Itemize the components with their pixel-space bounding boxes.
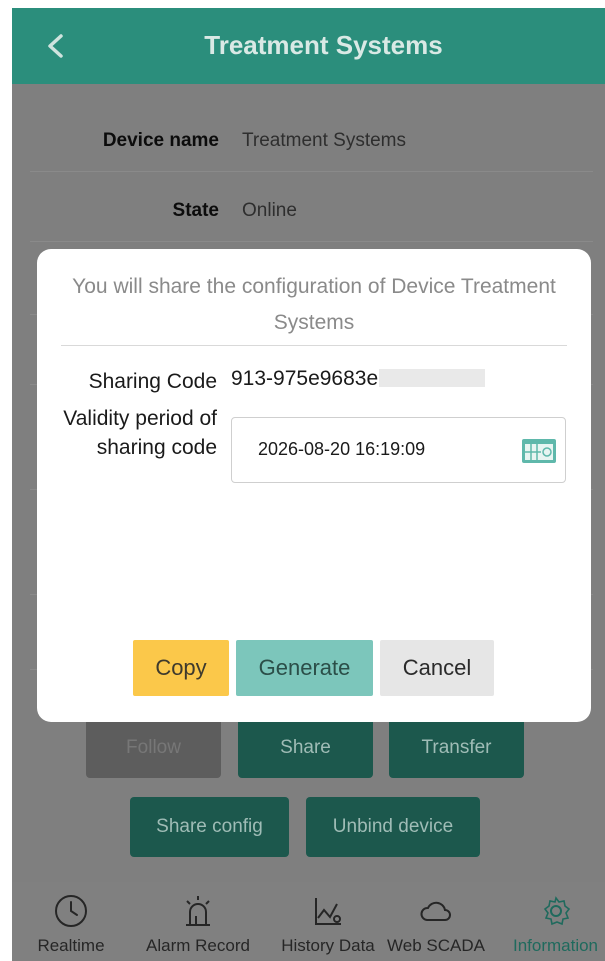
dialog-divider [61, 345, 567, 346]
app-header: Treatment Systems [12, 8, 605, 84]
calendar-icon[interactable] [521, 438, 557, 464]
alarm-siren-icon [186, 896, 210, 926]
copy-button[interactable]: Copy [133, 640, 229, 696]
tab-label: Alarm Record [146, 936, 250, 955]
tab-label: Web SCADA [387, 936, 485, 955]
page-title: Treatment Systems [204, 30, 443, 60]
follow-button[interactable]: Follow [86, 718, 221, 778]
validity-label: Validity period of sharing code [63, 407, 217, 459]
cancel-button[interactable]: Cancel [380, 640, 494, 696]
share-button[interactable]: Share [238, 718, 373, 778]
redacted-mask [379, 369, 485, 387]
share-config-button[interactable]: Share config [130, 797, 289, 857]
tab-history-data[interactable]: History Data [266, 882, 390, 961]
device-name-row: Device name Treatment Systems [30, 102, 593, 172]
share-config-dialog: You will share the configuration of Devi… [37, 249, 591, 722]
bottom-tab-bar: Realtime Alarm Record History Data Web S… [12, 882, 605, 961]
validity-date-value: 2026-08-20 16:19:09 [258, 439, 426, 459]
device-name-value: Treatment Systems [242, 129, 407, 151]
tab-information[interactable]: Information [506, 882, 605, 961]
sharing-code-value: 913-975e9683e [231, 367, 379, 390]
cloud-icon [420, 901, 451, 921]
state-row: State Online [30, 172, 593, 242]
status-strip [0, 0, 605, 8]
validity-date-input[interactable]: 2026-08-20 16:19:09 [231, 417, 566, 483]
chart-icon [315, 898, 341, 925]
state-value: Online [242, 199, 297, 221]
clock-icon [55, 895, 87, 927]
tab-realtime[interactable]: Realtime [12, 882, 130, 961]
tab-label: Information [512, 936, 599, 955]
device-name-label: Device name [102, 129, 219, 151]
generate-button[interactable]: Generate [236, 640, 373, 696]
tab-label: Realtime [37, 936, 105, 955]
tab-web-scada[interactable]: Web SCADA [384, 882, 488, 961]
sharing-code-label: Sharing Code [88, 370, 217, 393]
tab-label: History Data [281, 936, 375, 955]
transfer-button[interactable]: Transfer [389, 718, 524, 778]
dialog-message: You will share the configuration of Devi… [72, 275, 556, 334]
tab-alarm-record[interactable]: Alarm Record [130, 882, 266, 961]
state-label: State [172, 199, 219, 221]
unbind-device-button[interactable]: Unbind device [306, 797, 480, 857]
gear-icon [543, 896, 570, 926]
